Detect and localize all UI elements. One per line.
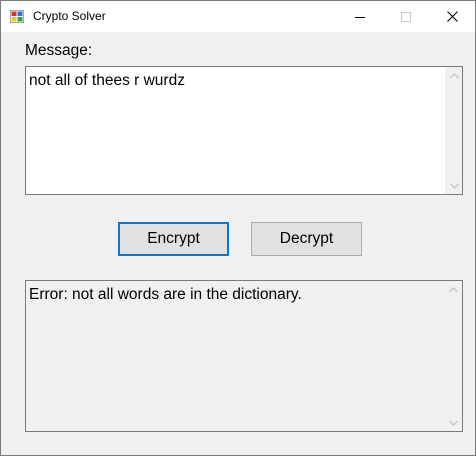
scroll-up-icon[interactable] xyxy=(445,281,462,298)
close-button[interactable] xyxy=(429,1,475,32)
app-grid-icon xyxy=(9,9,25,24)
maximize-button[interactable] xyxy=(383,1,429,32)
encrypt-button[interactable]: Encrypt xyxy=(118,222,229,256)
message-text: not all of thees r wurdz xyxy=(29,72,185,89)
minimize-button[interactable] xyxy=(337,1,383,32)
close-icon xyxy=(446,11,458,22)
scroll-down-icon[interactable] xyxy=(446,177,462,194)
scroll-up-icon[interactable] xyxy=(446,67,462,84)
maximize-icon xyxy=(401,11,411,22)
output-scrollbar[interactable] xyxy=(445,281,462,431)
message-scrollbar[interactable] xyxy=(445,67,462,194)
minimize-icon xyxy=(355,12,365,22)
message-input[interactable]: not all of thees r wurdz xyxy=(25,66,463,195)
title-bar[interactable]: Crypto Solver xyxy=(1,1,475,32)
output-text: Error: not all words are in the dictiona… xyxy=(29,286,302,303)
window-title: Crypto Solver xyxy=(33,9,106,23)
scroll-down-icon[interactable] xyxy=(445,414,462,431)
decrypt-button[interactable]: Decrypt xyxy=(251,222,362,256)
crypto-solver-window: Crypto Solver Message: not all of thees … xyxy=(0,0,476,456)
output-textbox[interactable]: Error: not all words are in the dictiona… xyxy=(25,280,463,432)
message-label: Message: xyxy=(25,42,93,59)
